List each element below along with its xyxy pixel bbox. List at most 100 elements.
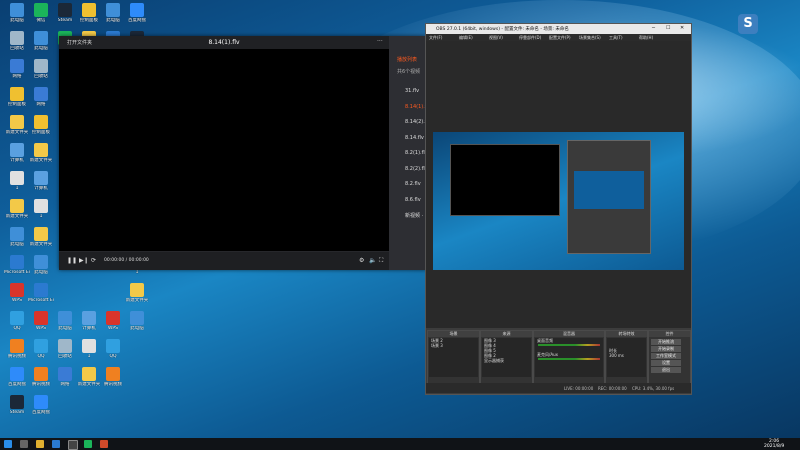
desktop-icon[interactable]: WPS — [4, 283, 30, 303]
settings-icon[interactable]: ⚙ — [359, 257, 364, 264]
explorer-icon[interactable] — [36, 440, 44, 448]
start-icon[interactable] — [4, 440, 12, 448]
desktop-icon[interactable]: 此电脑 — [4, 227, 30, 247]
desktop-icon[interactable]: 新建文件夹 — [76, 367, 102, 387]
desktop-icon[interactable]: 网络 — [52, 367, 78, 387]
live-status: LIVE: 00:00:00 — [564, 386, 594, 391]
desktop-icon[interactable]: 计算机 — [4, 143, 30, 163]
desktop-icon[interactable]: 网络 — [28, 87, 54, 107]
obs-task-icon[interactable] — [68, 440, 78, 450]
desktop-icon[interactable]: 腾讯视频 — [4, 339, 30, 359]
desktop-icon[interactable]: 百度网盘 — [4, 367, 30, 387]
desktop-icon[interactable]: 新建文件夹 — [28, 143, 54, 163]
taskbar: 2:06 2021/8/9 — [0, 438, 800, 450]
desktop-icon[interactable]: 百度网盘 — [124, 3, 150, 23]
desktop-icon[interactable]: 新建文件夹 — [28, 227, 54, 247]
app-icon — [10, 3, 24, 17]
maximize-icon[interactable]: ☐ — [666, 25, 670, 31]
player-task-icon[interactable] — [100, 440, 108, 448]
obs-control-button[interactable]: 开始推流 — [651, 339, 681, 345]
desktop-icon[interactable]: 1 — [4, 171, 30, 191]
obs-control-button[interactable]: 退出 — [651, 367, 681, 373]
desktop-icon[interactable]: 腾讯视频 — [28, 367, 54, 387]
desktop-icon-label: WPS — [11, 298, 23, 303]
playlist-item[interactable]: 8.6.flv — [405, 197, 421, 203]
desktop-icon[interactable]: 计算机 — [76, 311, 102, 331]
desktop-icon[interactable]: 1 — [28, 199, 54, 219]
desktop-icon[interactable]: QQ — [100, 339, 126, 359]
desktop-icon-label: WPS — [107, 326, 119, 331]
desktop-icon-label: 1 — [15, 186, 19, 191]
obs-docks: 场景 场景 2 场景 3 来源 图像 3 图像 4 图像 5 图像 2 显示器捕获 混音器… — [426, 330, 691, 385]
playlist-item[interactable]: 31.flv — [405, 88, 419, 94]
edge-icon[interactable] — [52, 440, 60, 448]
desktop-icon[interactable]: 控制面板 — [28, 115, 54, 135]
pause-icon[interactable]: ❚❚ — [67, 257, 77, 264]
desktop-icon[interactable]: 此电脑 — [100, 3, 126, 23]
desktop-icon[interactable]: Microsoft Edge — [4, 255, 30, 275]
minimize-icon[interactable]: ─ — [652, 25, 655, 31]
desktop-icon[interactable]: 百度网盘 — [28, 395, 54, 415]
mixer-dock: 混音器 桌面音频 麦克风/Aux — [533, 330, 605, 385]
obs-control-button[interactable]: 工作室模式 — [651, 353, 681, 359]
desktop-icon[interactable]: 回收站 — [28, 59, 54, 79]
volume-icon[interactable]: 🔈 — [369, 257, 376, 264]
desktop-icon[interactable]: 控制面板 — [76, 3, 102, 23]
desktop-icon[interactable]: QQ — [4, 311, 30, 331]
desktop-icon[interactable]: WPS — [28, 311, 54, 331]
next-icon[interactable]: ▶❙ — [79, 257, 89, 264]
playlist-item[interactable]: 8.14.flv — [405, 135, 424, 141]
desktop-icon[interactable]: 1 — [76, 339, 102, 359]
desktop-icon[interactable]: 回收站 — [4, 31, 30, 51]
desktop-icon[interactable]: 此电脑 — [28, 31, 54, 51]
desktop-icon[interactable]: 新建文件夹 — [4, 115, 30, 135]
desktop-icon[interactable]: QQ — [28, 339, 54, 359]
desktop-icon[interactable]: 此电脑 — [28, 255, 54, 275]
desktop-icon[interactable]: 网络 — [4, 59, 30, 79]
scene-item[interactable]: 场景 3 — [429, 343, 478, 348]
corner-logo-icon[interactable]: S — [738, 14, 758, 34]
video-surface[interactable] — [59, 49, 389, 251]
transitions-dock: 转场特效 时长 300 ms — [605, 330, 648, 385]
cpu-status: CPU: 3.4%, 30.00 fps — [632, 386, 675, 391]
desktop-icon[interactable]: 回收站 — [52, 339, 78, 359]
desktop-icon[interactable]: 此电脑 — [4, 3, 30, 23]
desktop-icon[interactable]: 此电脑 — [52, 311, 78, 331]
desktop-icon-label: 新建文件夹 — [125, 298, 149, 303]
app-icon — [34, 283, 48, 297]
fullscreen-icon[interactable]: ⛶ — [379, 257, 383, 265]
app-icon — [34, 143, 48, 157]
desktop-icon[interactable]: Microsoft Edge — [28, 283, 54, 303]
source-item[interactable]: 显示器捕获 — [482, 358, 531, 363]
app-icon — [10, 367, 24, 381]
duration-input[interactable]: 300 ms — [607, 353, 646, 358]
desktop-icon[interactable]: 此电脑 — [124, 311, 150, 331]
video-player-window: 打开文件夹 8.14(1).flv ··· ❚❚ ▶❙ ⟳ 00:00:00 /… — [59, 36, 440, 270]
desktop-icon[interactable]: 微信 — [28, 3, 54, 23]
search-icon[interactable] — [20, 440, 28, 448]
more-menu-icon[interactable]: ··· — [377, 38, 383, 45]
loop-icon[interactable]: ⟳ — [91, 257, 96, 264]
obs-statusbar: LIVE: 00:00:00 REC: 00:00:00 CPU: 3.4%, … — [426, 383, 691, 393]
desktop-icon[interactable]: Steam — [4, 395, 30, 415]
obs-canvas[interactable] — [426, 41, 691, 328]
desktop-icon[interactable]: 控制面板 — [4, 87, 30, 107]
desktop-icon-label: 腾讯视频 — [32, 382, 50, 387]
desktop-icon-label: 腾讯视频 — [8, 354, 26, 359]
app-icon — [10, 143, 24, 157]
desktop-icon[interactable]: WPS — [100, 311, 126, 331]
app-icon — [10, 59, 24, 73]
desktop-icon[interactable]: 新建文件夹 — [4, 199, 30, 219]
desktop-icon[interactable]: 新建文件夹 — [124, 283, 150, 303]
desktop-icon[interactable]: Steam — [52, 3, 78, 23]
obs-control-button[interactable]: 开始录制 — [651, 346, 681, 352]
playlist-item[interactable]: 8.2.flv — [405, 181, 421, 187]
taskbar-clock[interactable]: 2:06 2021/8/9 — [764, 439, 784, 449]
desktop-icon-label: Steam — [9, 410, 25, 415]
obs-control-button[interactable]: 设置 — [651, 360, 681, 366]
close-icon[interactable]: ✕ — [680, 25, 684, 31]
wechat-icon[interactable] — [84, 440, 92, 448]
desktop-icon[interactable]: 腾讯视频 — [100, 367, 126, 387]
app-icon — [34, 87, 48, 101]
desktop-icon[interactable]: 计算机 — [28, 171, 54, 191]
